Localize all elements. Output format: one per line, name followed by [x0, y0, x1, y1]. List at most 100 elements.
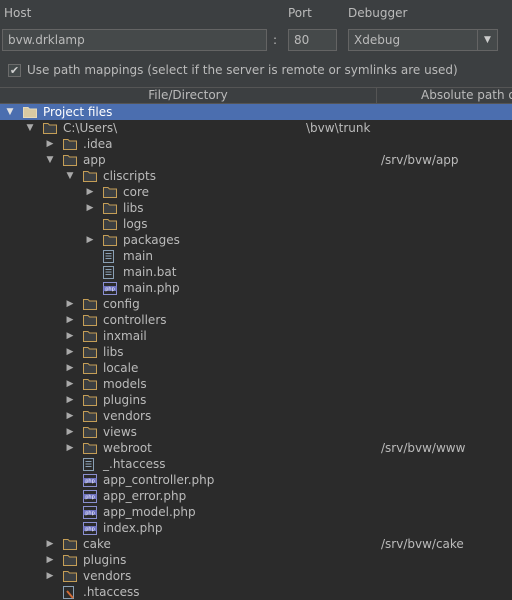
- folder-icon: [63, 138, 77, 150]
- expand-arrow-right-icon[interactable]: ▶: [65, 299, 75, 309]
- tree-row[interactable]: main: [0, 248, 512, 264]
- expand-arrow-right-icon[interactable]: ▶: [65, 331, 75, 341]
- tree-row-server-path[interactable]: /srv/bvw/cake: [381, 536, 464, 552]
- folder-icon: [63, 570, 77, 582]
- expand-arrow-right-icon[interactable]: ▶: [65, 395, 75, 405]
- expand-arrow-right-icon[interactable]: ▶: [45, 571, 55, 581]
- tree-row[interactable]: ▶ controllers: [0, 312, 512, 328]
- tree-row-name: cliscripts: [103, 169, 156, 183]
- tree-row[interactable]: ▶ plugins: [0, 392, 512, 408]
- tree-row-name: core: [123, 185, 149, 199]
- tree-row[interactable]: _.htaccess: [0, 456, 512, 472]
- expand-arrow-right-icon[interactable]: ▶: [85, 203, 95, 213]
- expand-arrow-down-icon[interactable]: ▼: [65, 171, 75, 181]
- expand-arrow-down-icon[interactable]: ▼: [5, 107, 15, 117]
- path-mappings-checkbox[interactable]: ✔: [8, 63, 21, 77]
- expand-arrow-right-icon[interactable]: ▶: [65, 411, 75, 421]
- debugger-select[interactable]: Xdebug ▼: [348, 29, 498, 51]
- tree-row[interactable]: ▶ vendors: [0, 568, 512, 584]
- folder-icon: [83, 330, 97, 342]
- folder-icon: [63, 554, 77, 566]
- svg-text:php: php: [85, 510, 95, 516]
- expand-arrow-right-icon[interactable]: ▶: [65, 315, 75, 325]
- column-header-file-directory[interactable]: File/Directory: [0, 88, 376, 104]
- tree-row-name: main.bat: [123, 265, 177, 279]
- folder-icon: [83, 410, 97, 422]
- tree-row-name: libs: [123, 201, 144, 215]
- tree-row-name: logs: [123, 217, 148, 231]
- tree-row[interactable]: ▶ core: [0, 184, 512, 200]
- svg-text:php: php: [85, 478, 95, 484]
- tree-row-name: app: [83, 153, 106, 167]
- tree-row[interactable]: ▶ plugins: [0, 552, 512, 568]
- svg-text:php: php: [105, 286, 115, 292]
- expand-arrow-right-icon[interactable]: ▶: [65, 427, 75, 437]
- tree-row[interactable]: main.bat: [0, 264, 512, 280]
- tree-row[interactable]: ▶ libs: [0, 344, 512, 360]
- tree-row[interactable]: ▶ locale: [0, 360, 512, 376]
- folder-icon: [83, 298, 97, 310]
- tree-row-name: webroot: [103, 441, 152, 455]
- tree-row[interactable]: ▼ Project files: [0, 104, 512, 120]
- tree-row-name: locale: [103, 361, 139, 375]
- tree-row[interactable]: ▶ inxmail: [0, 328, 512, 344]
- tree-row-name: controllers: [103, 313, 167, 327]
- expand-arrow-right-icon[interactable]: ▶: [65, 347, 75, 357]
- tree-row-name: vendors: [83, 569, 132, 583]
- tree-row[interactable]: logs: [0, 216, 512, 232]
- folder-icon: [83, 394, 97, 406]
- tree-row[interactable]: ▶ .idea: [0, 136, 512, 152]
- expand-arrow-right-icon[interactable]: ▶: [85, 235, 95, 245]
- php-file-icon: php: [83, 490, 97, 503]
- expand-arrow-down-icon[interactable]: ▼: [25, 123, 35, 133]
- expand-arrow-right-icon[interactable]: ▶: [85, 187, 95, 197]
- tree-row[interactable]: php app_error.php: [0, 488, 512, 504]
- expand-arrow-right-icon[interactable]: ▶: [65, 443, 75, 453]
- path-mappings-option[interactable]: ✔ Use path mappings (select if the serve…: [8, 63, 458, 77]
- host-input[interactable]: bvw.drklamp: [2, 29, 267, 51]
- tree-row[interactable]: ▼ C:\Users\ \bvw\trunk: [0, 120, 512, 136]
- tree-row[interactable]: ▼ cliscripts: [0, 168, 512, 184]
- tree-row-name: .htaccess: [83, 585, 140, 599]
- debugger-label: Debugger: [348, 6, 408, 20]
- folder-icon: [83, 378, 97, 390]
- tree-row[interactable]: .htaccess: [0, 584, 512, 600]
- expand-arrow-down-icon[interactable]: ▼: [45, 155, 55, 165]
- text-file-icon: [103, 250, 114, 263]
- tree-row[interactable]: ▶ config: [0, 296, 512, 312]
- tree-row-name: views: [103, 425, 137, 439]
- expand-arrow-right-icon[interactable]: ▶: [45, 555, 55, 565]
- expand-arrow-right-icon[interactable]: ▶: [45, 139, 55, 149]
- tree-row[interactable]: ▶ libs: [0, 200, 512, 216]
- debugger-value: Xdebug: [354, 33, 401, 47]
- tree-row[interactable]: ▶ views: [0, 424, 512, 440]
- folder-icon: [43, 122, 57, 134]
- column-divider[interactable]: [376, 88, 377, 104]
- tree-row[interactable]: php index.php: [0, 520, 512, 536]
- folder-icon: [83, 346, 97, 358]
- tree-row[interactable]: ▶ cake/srv/bvw/cake: [0, 536, 512, 552]
- tree-row[interactable]: php app_model.php: [0, 504, 512, 520]
- port-input[interactable]: 80: [288, 29, 337, 51]
- tree-row[interactable]: ▶ models: [0, 376, 512, 392]
- expand-arrow-right-icon[interactable]: ▶: [65, 363, 75, 373]
- tree-row[interactable]: php app_controller.php: [0, 472, 512, 488]
- path-mappings-label: Use path mappings (select if the server …: [27, 63, 458, 77]
- tree-row-name: index.php: [103, 521, 163, 535]
- host-label: Host: [4, 6, 32, 20]
- tree-row[interactable]: ▼ app/srv/bvw/app: [0, 152, 512, 168]
- tree-row-name: main: [123, 249, 153, 263]
- expand-arrow-right-icon[interactable]: ▶: [65, 379, 75, 389]
- tree-row[interactable]: ▶ packages: [0, 232, 512, 248]
- column-header-absolute-path[interactable]: Absolute path on: [380, 88, 512, 104]
- chevron-down-icon[interactable]: ▼: [477, 30, 497, 50]
- tree-row-server-path[interactable]: /srv/bvw/www: [381, 440, 465, 456]
- folder-icon: [103, 202, 117, 214]
- folder-icon: [83, 170, 97, 182]
- tree-row[interactable]: ▶ vendors: [0, 408, 512, 424]
- expand-arrow-right-icon[interactable]: ▶: [45, 539, 55, 549]
- tree-row[interactable]: ▶ webroot/srv/bvw/www: [0, 440, 512, 456]
- tree-row-server-path[interactable]: /srv/bvw/app: [381, 152, 459, 168]
- tree-row[interactable]: php main.php: [0, 280, 512, 296]
- tree-row-name: plugins: [103, 393, 147, 407]
